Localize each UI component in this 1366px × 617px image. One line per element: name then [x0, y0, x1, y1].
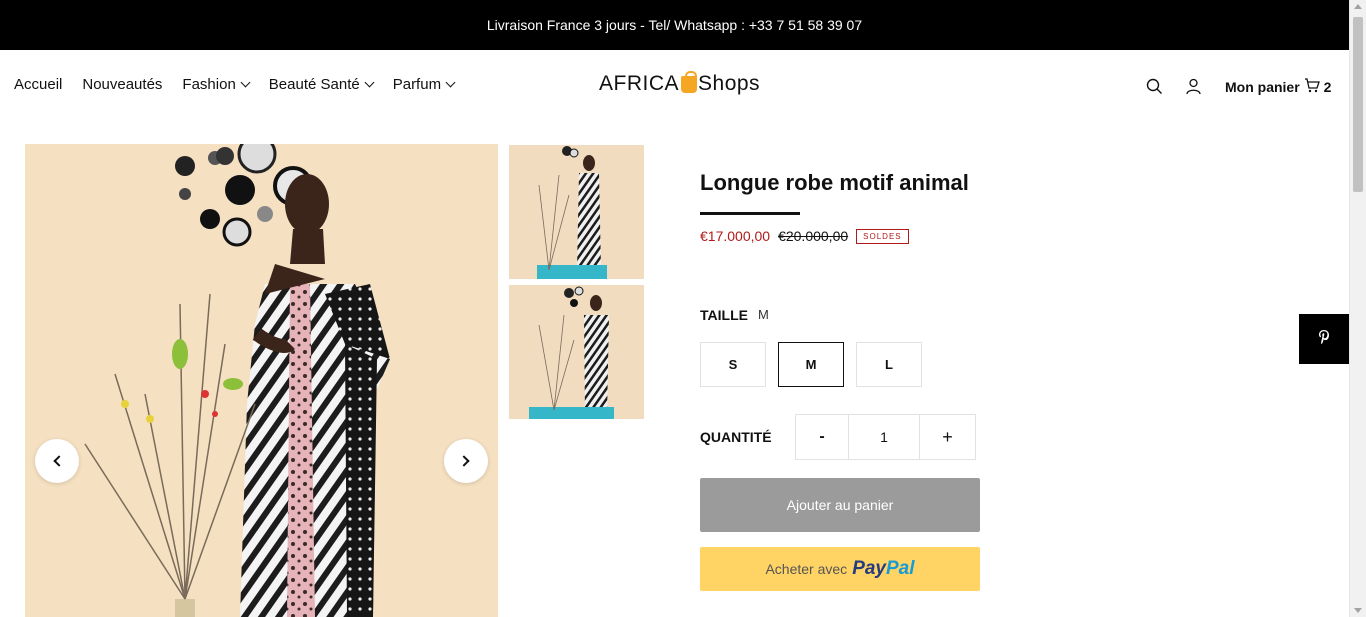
paypal-logo-pal: Pal — [886, 558, 915, 579]
page-scrollbar[interactable] — [1349, 0, 1366, 617]
product-thumbnail-2[interactable] — [509, 285, 644, 419]
announcement-bar: Livraison France 3 jours - Tel/ Whatsapp… — [0, 0, 1349, 50]
sale-badge: SOLDES — [856, 228, 909, 244]
scroll-up-icon[interactable] — [1354, 4, 1362, 9]
chevron-left-icon — [53, 455, 65, 467]
shopping-bag-icon — [681, 70, 698, 93]
cart-icon — [1304, 78, 1320, 96]
paypal-logo-pay: Pay — [852, 558, 886, 579]
paypal-logo: PayPal — [852, 558, 914, 580]
quantity-increase-button[interactable]: + — [920, 415, 975, 459]
next-image-button[interactable] — [444, 439, 488, 483]
nav-item-nouveautes[interactable]: Nouveautés — [82, 76, 162, 93]
selected-size: M — [757, 307, 769, 322]
quantity-decrease-button[interactable]: - — [796, 415, 849, 459]
logo-text-shops: Shops — [698, 72, 761, 95]
size-option-l[interactable]: L — [856, 342, 922, 387]
product-title: Longue robe motif animal — [700, 170, 969, 195]
size-option-s[interactable]: S — [700, 342, 766, 387]
quantity-input[interactable]: 1 — [849, 415, 920, 459]
pinterest-icon — [1318, 329, 1330, 350]
price-row: €17.000,00 €20.000,00 SOLDES — [700, 228, 909, 244]
add-to-cart-button[interactable]: Ajouter au panier — [700, 478, 980, 532]
main-nav: Accueil Nouveautés Fashion Beauté Santé … — [14, 76, 456, 93]
nav-item-fashion[interactable]: Fashion — [182, 76, 251, 93]
cart-count: 2 — [1323, 79, 1332, 95]
search-icon[interactable] — [1144, 76, 1164, 96]
account-icon[interactable] — [1183, 76, 1203, 96]
chevron-down-icon — [240, 77, 251, 88]
cart-label: Mon panier — [1225, 79, 1300, 95]
size-label-row: TAILLE M — [700, 307, 769, 323]
quantity-stepper: - 1 + — [795, 414, 976, 460]
add-to-cart-label: Ajouter au panier — [786, 497, 894, 513]
scroll-down-icon[interactable] — [1354, 608, 1362, 613]
chevron-right-icon — [458, 455, 470, 467]
nav-label: Accueil — [14, 76, 63, 93]
nav-item-parfum[interactable]: Parfum — [392, 76, 456, 93]
header-icons — [1144, 76, 1203, 96]
nav-label: Fashion — [182, 76, 236, 93]
pinterest-share-button[interactable] — [1299, 314, 1349, 364]
old-price: €20.000,00 — [778, 228, 849, 244]
paypal-button[interactable]: Acheter avec PayPal — [700, 547, 980, 591]
logo-text-africa: AFRICA — [599, 72, 680, 95]
product-main-image — [25, 144, 498, 617]
product-thumbnail-1[interactable] — [509, 145, 644, 279]
size-option-m[interactable]: M — [778, 342, 844, 387]
size-label: TAILLE — [700, 307, 748, 323]
nav-label: Parfum — [392, 76, 442, 93]
announcement-text: Livraison France 3 jours - Tel/ Whatsapp… — [486, 17, 863, 33]
size-options: S M L — [700, 342, 922, 387]
title-divider — [700, 212, 800, 215]
nav-label: Nouveautés — [82, 76, 163, 93]
sale-price: €17.000,00 — [700, 228, 771, 244]
scrollbar-thumb[interactable] — [1353, 17, 1363, 192]
previous-image-button[interactable] — [35, 439, 79, 483]
quantity-label: QUANTITÉ — [700, 429, 772, 445]
nav-item-accueil[interactable]: Accueil — [14, 76, 62, 93]
nav-label: Beauté Santé — [268, 76, 360, 93]
site-logo[interactable]: AFRICA Shops — [599, 70, 761, 96]
cart-link[interactable]: Mon panier 2 — [1225, 78, 1331, 96]
paypal-prefix: Acheter avec — [765, 561, 848, 577]
nav-item-beaute-sante[interactable]: Beauté Santé — [268, 76, 375, 93]
chevron-down-icon — [445, 77, 456, 88]
chevron-down-icon — [364, 77, 375, 88]
